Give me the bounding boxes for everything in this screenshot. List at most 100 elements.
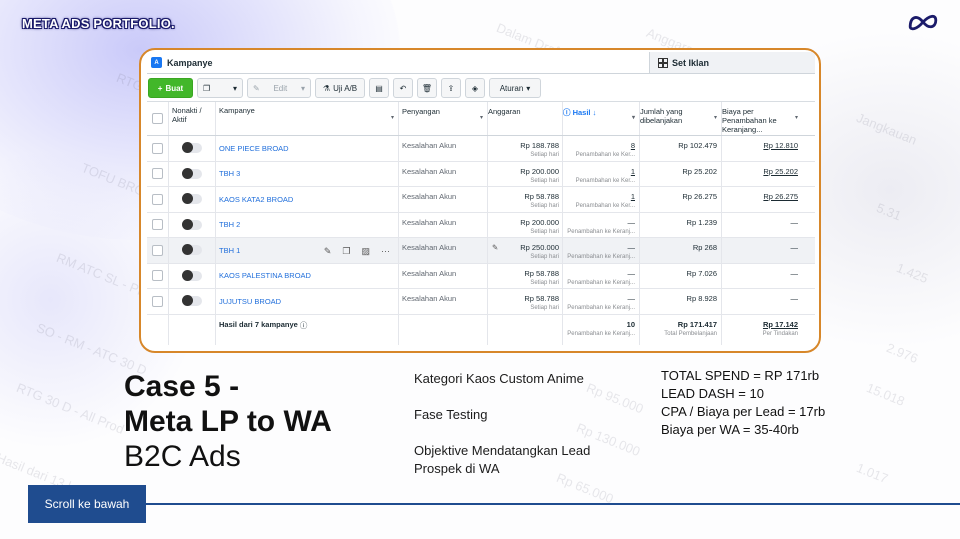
footer-spent: Rp 171.417 Total Pembelanjaan [640,314,722,345]
spent-value: Rp 25.202 [640,161,722,186]
rules-dropdown[interactable]: Aturan ▾ [489,78,541,98]
campaign-name: JUJUTSU BROAD [219,296,282,306]
col-budget-header[interactable]: Anggaran [488,102,563,135]
scroll-down-button[interactable]: Scroll ke bawah [28,485,146,523]
table-row[interactable]: TBH 3 Kesalahan Akun Rp 200.000 Setiap hari… [147,161,815,187]
table-row[interactable]: TBH 1 ✎ ❐ ▨ ··· Kesalahan Akun ✎ Rp 250.000 Seti… [147,238,815,264]
chevron-down-icon: ▾ [390,115,394,121]
edit-label: Edit [273,83,288,93]
row-checkbox[interactable] [147,238,169,263]
campaign-name-link[interactable]: ONE PIECE BROAD [216,136,399,161]
row-checkbox[interactable] [147,187,169,212]
campaign-name-link[interactable]: KAOS PALESTINA BROAD [216,263,399,288]
budget-cell[interactable]: Rp 200.000 Setiap hari [488,212,563,237]
col-name-header[interactable]: Kampanye ▾ [216,102,399,135]
tab-adset[interactable]: Set Iklan [649,52,815,74]
campaign-name-link[interactable]: KAOS KATA2 BROAD [216,187,399,212]
toolbar: + Buat ❐ ▾ ✎ Edit ▾ ⚗ Uji A/B ▤ ↶ 🗑 ⇪ ◈ A… [147,76,815,100]
cost-per-result: Rp 26.275 [722,187,802,212]
budget-cell[interactable]: Rp 188.788 Setiap hari [488,136,563,161]
budget-cell[interactable]: Rp 58.788 Setiap hari [488,187,563,212]
result-cell: — Penambahan ke Keranj... [563,212,640,237]
tab-campaign[interactable]: A Kampanye [147,52,649,74]
chevron-down-icon: ▾ [794,115,798,121]
budget-cell[interactable]: Rp 58.788 Setiap hari [488,263,563,288]
chart-icon[interactable]: ▨ [361,246,370,257]
export-icon: ⇪ [447,83,455,93]
edit-button[interactable]: ✎ Edit ▾ [247,78,311,98]
budget-period: Setiap hari [530,228,559,235]
campaign-name-link[interactable]: JUJUTSU BROAD [216,289,399,314]
campaign-toggle[interactable] [169,161,216,186]
more-icon[interactable]: ··· [381,246,390,257]
clipboard-button[interactable]: ▤ [369,78,389,98]
col-cpr-label-1: Biaya per [722,107,754,116]
cost-per-result-value: — [790,217,799,227]
footer-spent-value: Rp 171.417 [677,319,717,329]
col-cpr-header[interactable]: Biaya per Penambahan ke Keranjang... ▾ [722,102,802,135]
case-title-line-2: Meta LP to WA [124,405,332,438]
row-checkbox[interactable] [147,212,169,237]
delivery-status: Kesalahan Akun [399,212,488,237]
result-type: Penambahan ke Keranj... [567,228,635,235]
campaign-toggle[interactable] [169,212,216,237]
col-toggle-header[interactable]: Nonakti / Aktif [169,102,216,135]
tab-adset-label: Set Iklan [672,57,710,68]
ab-test-button[interactable]: ⚗ Uji A/B [315,78,365,98]
budget-value: Rp 58.788 [524,268,559,278]
campaign-name-link[interactable]: TBH 3 [216,161,399,186]
tab-campaign-label: Kampanye [167,57,213,68]
export-button[interactable]: ⇪ [441,78,461,98]
result-value: 1 [630,166,635,176]
row-checkbox[interactable] [147,263,169,288]
result-cell: 1 Penambahan ke Ker... [563,187,640,212]
cost-per-result-value: Rp 26.275 [763,192,798,201]
result-type: Penambahan ke Keranj... [567,279,635,286]
table-row[interactable]: KAOS KATA2 BROAD Kesalahan Akun Rp 58.788 S… [147,187,815,213]
budget-cell[interactable]: Rp 200.000 Setiap hari [488,161,563,186]
create-button[interactable]: + Buat [148,78,193,98]
pencil-icon[interactable]: ✎ [324,246,332,257]
table-row[interactable]: TBH 2 Kesalahan Akun Rp 200.000 Setiap hari… [147,212,815,238]
col-results-header[interactable]: ⓘ Hasil ↓ ▾ [563,102,640,135]
cost-per-result: — [722,264,802,289]
col-spent-header[interactable]: Jumlah yang dibelanjakan ▾ [640,102,722,135]
budget-period: Setiap hari [530,152,559,158]
tag-icon: ◈ [471,83,479,93]
undo-button[interactable]: ↶ [393,78,413,98]
stat-total-spend: TOTAL SPEND = RP 171rb [661,368,820,383]
copy-icon[interactable]: ❐ [342,246,350,257]
row-checkbox[interactable] [147,136,169,161]
budget-cell[interactable]: ✎ Rp 250.000 Setiap hari [488,238,563,263]
table-row[interactable]: ONE PIECE BROAD Kesalahan Akun Rp 188.788 S… [147,136,815,162]
table-row[interactable]: JUJUTSU BROAD Kesalahan Akun Rp 58.788 Seti… [147,289,815,315]
delivery-status: Kesalahan Akun [399,136,488,161]
campaign-name-link[interactable]: TBH 1 ✎ ❐ ▨ ··· [216,238,399,263]
col-delivery-header[interactable]: Penyangan ▾ [399,102,488,135]
footer-label: Hasil dari 7 kampanye ⓘ [216,314,399,345]
row-checkbox[interactable] [147,289,169,314]
pencil-icon: ✎ [492,243,499,252]
campaign-toggle[interactable] [169,187,216,212]
result-value: — [627,294,636,303]
stat-cost-per-wa: Biaya per WA = 35-40rb [661,422,799,437]
campaign-toggle[interactable] [169,136,216,161]
delivery-status: Kesalahan Akun [399,187,488,212]
result-cell: — Penambahan ke Keranj... [563,238,640,263]
tag-button[interactable]: ◈ [465,78,485,98]
delivery-status: Kesalahan Akun [399,263,488,288]
col-spent-label-2: dibelanjakan [640,116,683,125]
table-row[interactable]: KAOS PALESTINA BROAD Kesalahan Akun Rp 58.… [147,263,815,289]
select-all-checkbox[interactable] [147,102,169,135]
col-delivery-label: Penyangan [402,107,440,116]
row-checkbox[interactable] [147,161,169,186]
budget-cell[interactable]: Rp 58.788 Setiap hari [488,289,563,314]
campaign-toggle[interactable] [169,238,216,263]
duplicate-button[interactable]: ❐ ▾ [197,78,243,98]
campaign-toggle[interactable] [169,289,216,314]
campaign-name-link[interactable]: TBH 2 [216,212,399,237]
campaign-toggle[interactable] [169,263,216,288]
spent-value: Rp 7.026 [640,263,722,288]
chevron-down-icon: ▾ [300,83,305,93]
delete-button[interactable]: 🗑 [417,78,437,98]
